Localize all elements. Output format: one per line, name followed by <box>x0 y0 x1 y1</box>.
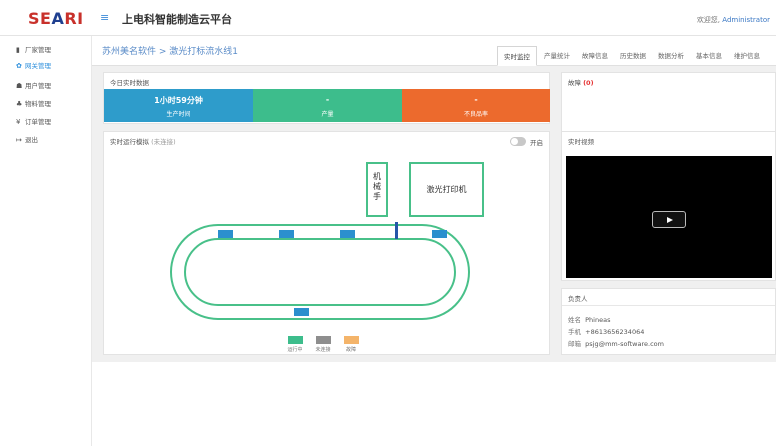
robot-arm-label: 械 <box>373 182 381 191</box>
factory-icon: ▮ <box>16 46 20 54</box>
tab-fault-info[interactable]: 故障信息 <box>577 46 613 66</box>
tab-realtime-monitor[interactable]: 实时监控 <box>497 46 537 66</box>
contact-email: 邮箱 psjg@mm-software.com <box>568 340 664 348</box>
video-panel: 实时视频 <box>561 131 776 281</box>
sidebar-item-gateway[interactable]: ✿ 网关管理 <box>0 58 92 74</box>
stat-label: 不良品率 <box>463 111 488 118</box>
robot-arm-label: 机 <box>373 172 381 181</box>
sidebar: ▮ 厂家管理 ✿ 网关管理 ☗ 用户管理 ♣ 物料管理 ¥ 订单管理 ↦ 退出 <box>0 36 92 446</box>
robot-arm-label: 手 <box>373 192 381 201</box>
laser-printer-label: 激光打印机 <box>426 185 467 194</box>
breadcrumb[interactable]: 苏州美名软件 > 激光打标流水线1 <box>102 44 238 57</box>
pallet-slot <box>340 230 355 238</box>
contact-name: 姓名 Phineas <box>568 316 611 324</box>
gear-icon: ✿ <box>16 62 22 70</box>
legend-running-swatch <box>288 336 303 344</box>
app-title: 上电科智能制造云平台 <box>122 13 232 26</box>
yen-icon: ¥ <box>16 118 21 126</box>
robot-arm-box: 机 械 手 <box>366 162 388 217</box>
simulation-toggle[interactable] <box>510 137 526 146</box>
play-icon <box>667 217 673 223</box>
stat-label: 生产时间 <box>166 111 191 118</box>
play-button[interactable] <box>652 211 686 228</box>
toggle-label: 开启 <box>530 139 543 147</box>
conveyor-track-inner <box>184 238 456 306</box>
video-title: 实时视频 <box>568 138 594 146</box>
tab-output-stats[interactable]: 产量统计 <box>539 46 575 66</box>
stat-value: 1小时59分钟 <box>154 96 203 105</box>
connection-status: (未连接) <box>151 138 176 146</box>
today-data-panel: 今日实时数据 1小时59分钟 生产时间 - 产量 - 不良品率 <box>103 72 550 124</box>
simulation-title: 实时运行模拟 (未连接) <box>110 138 176 146</box>
sidebar-item-orders[interactable]: ¥ 订单管理 <box>0 114 92 130</box>
divider <box>562 305 775 306</box>
pallet-slot <box>218 230 233 238</box>
material-icon: ♣ <box>16 100 23 108</box>
today-data-title: 今日实时数据 <box>110 79 149 87</box>
tab-basic-info[interactable]: 基本信息 <box>691 46 727 66</box>
legend-running-label: 运行中 <box>287 347 303 353</box>
sidebar-item-materials[interactable]: ♣ 物料管理 <box>0 96 92 112</box>
legend-fault-swatch <box>344 336 359 344</box>
legend-disconnected-label: 未连接 <box>315 347 331 353</box>
tab-data-analysis[interactable]: 数据分析 <box>653 46 689 66</box>
contact-email-link[interactable]: psjg@mm-software.com <box>585 340 664 348</box>
username-link[interactable]: Administrator <box>722 16 770 24</box>
breadcrumb-bar: 苏州美名软件 > 激光打标流水线1 实时监控 产量统计 故障信息 历史数据 数据… <box>92 36 776 66</box>
stat-value: - <box>474 95 478 104</box>
stat-production-time: 1小时59分钟 生产时间 <box>104 89 253 122</box>
fault-title: 故障 (0) <box>568 79 594 87</box>
legend-fault-label: 故障 <box>345 347 356 353</box>
tab-history-data[interactable]: 历史数据 <box>615 46 651 66</box>
toggle-knob <box>511 138 518 145</box>
users-icon: ☗ <box>16 82 23 90</box>
stat-label: 产量 <box>321 111 334 118</box>
contact-phone: 手机 +8613656234064 <box>568 328 645 336</box>
pallet-slot <box>294 308 309 316</box>
pallet-slot <box>279 230 294 238</box>
logout-icon: ↦ <box>16 136 22 144</box>
laser-printer-box: 激光打印机 <box>409 162 484 217</box>
main-content: 苏州美名软件 > 激光打标流水线1 实时监控 产量统计 故障信息 历史数据 数据… <box>92 36 776 362</box>
legend-disconnected-swatch <box>316 336 331 344</box>
simulation-panel: 实时运行模拟 (未连接) 开启 机 械 手 激光打印机 运行中 未连接 故障 <box>103 131 550 355</box>
sidebar-item-logout[interactable]: ↦ 退出 <box>0 132 92 148</box>
fault-count: (0) <box>583 79 594 87</box>
pallet-slot <box>432 230 447 238</box>
contact-title: 负责人 <box>568 295 588 303</box>
top-bar: SEARI ≡ 上电科智能制造云平台 欢迎您, Administrator <box>0 0 776 36</box>
contact-panel: 负责人 姓名 Phineas 手机 +8613656234064 邮箱 psjg… <box>561 288 776 355</box>
menu-icon[interactable]: ≡ <box>100 11 109 24</box>
welcome-text: 欢迎您, Administrator <box>696 16 770 24</box>
sidebar-item-factory[interactable]: ▮ 厂家管理 <box>0 42 92 58</box>
seari-logo[interactable]: SEARI <box>28 9 84 28</box>
sensor-marker <box>395 222 398 239</box>
tab-maintenance-info[interactable]: 维护信息 <box>729 46 765 66</box>
stat-value: - <box>325 95 330 104</box>
stat-defect-rate: - 不良品率 <box>402 89 550 122</box>
video-player[interactable] <box>566 156 772 278</box>
stat-output: - 产量 <box>253 89 402 122</box>
sidebar-item-users[interactable]: ☗ 用户管理 <box>0 78 92 94</box>
